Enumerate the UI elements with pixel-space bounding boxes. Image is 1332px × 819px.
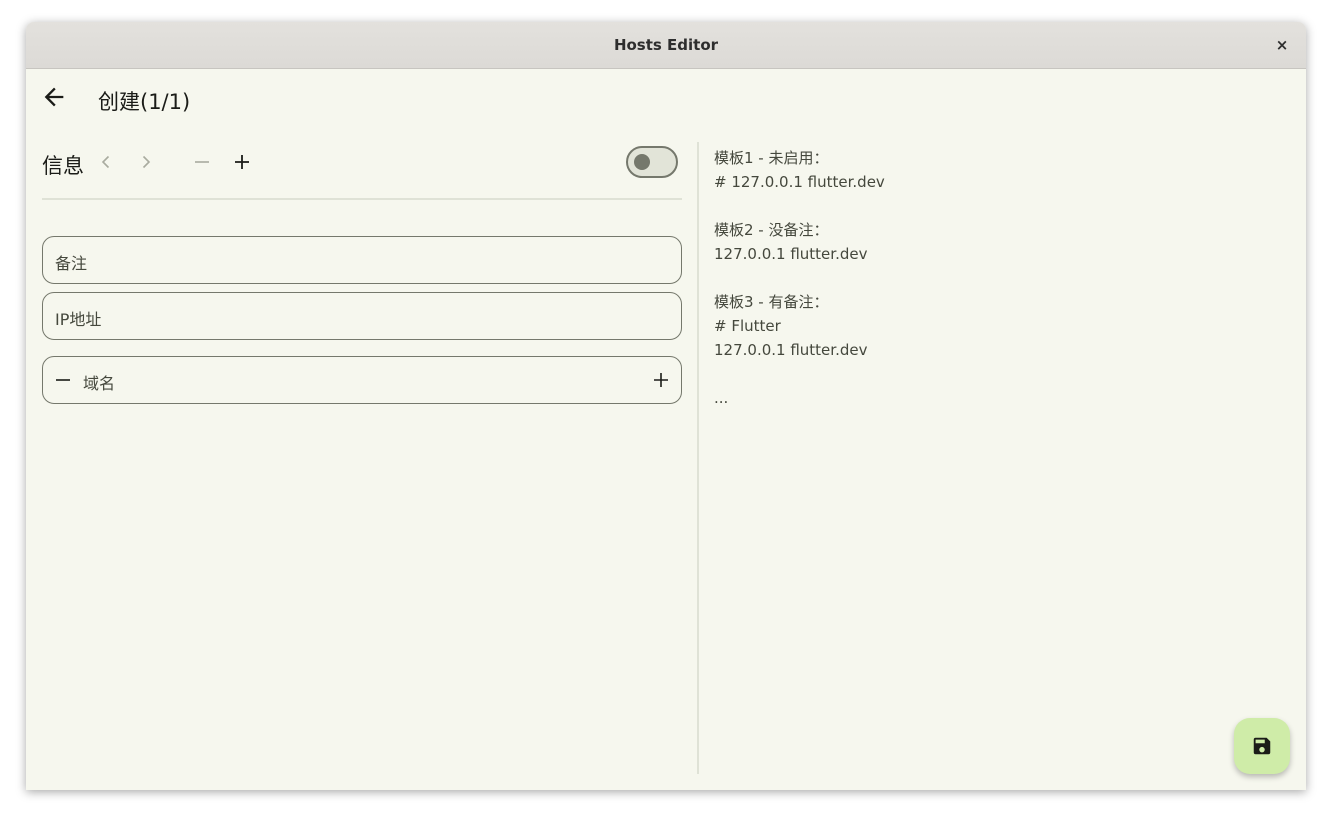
ip-placeholder: IP地址: [55, 310, 102, 329]
chevron-right-icon: [142, 155, 151, 169]
app-window: Hosts Editor × 创建(1/1) 信息 备注 IP地址 域名 模板1…: [26, 22, 1306, 790]
previous-button[interactable]: [94, 150, 118, 174]
help-line: 127.0.0.1 flutter.dev: [714, 245, 868, 263]
section-title: 信息: [42, 154, 84, 178]
help-line: 模板2 - 没备注：: [714, 221, 829, 239]
section-header: 信息: [42, 140, 682, 200]
pane-divider: [697, 142, 699, 774]
enable-toggle[interactable]: [626, 146, 678, 178]
minus-icon: [56, 379, 70, 381]
remove-domain-button[interactable]: [51, 368, 75, 392]
remove-entry-button[interactable]: [190, 150, 214, 174]
note-field[interactable]: 备注: [42, 236, 682, 284]
help-line: [714, 194, 1274, 218]
window-title: Hosts Editor: [613, 36, 719, 54]
close-window-button[interactable]: ×: [1272, 35, 1292, 55]
help-line: 模板1 - 未启用：: [714, 149, 829, 167]
domain-field[interactable]: 域名: [42, 356, 682, 404]
editor-pane: 信息 备注 IP地址 域名: [42, 140, 682, 780]
plus-icon: [235, 155, 249, 169]
help-line: [714, 266, 1274, 290]
help-line: ...: [714, 389, 729, 407]
help-line: # 127.0.0.1 flutter.dev: [714, 173, 885, 191]
ip-address-field[interactable]: IP地址: [42, 292, 682, 340]
title-bar: Hosts Editor ×: [26, 22, 1306, 69]
help-line: [714, 362, 1274, 386]
back-button[interactable]: [40, 83, 68, 111]
note-placeholder: 备注: [55, 254, 88, 273]
help-line: 模板3 - 有备注：: [714, 293, 829, 311]
help-line: 127.0.0.1 flutter.dev: [714, 341, 868, 359]
arrow-left-icon: [44, 87, 64, 107]
help-line: # Flutter: [714, 317, 781, 335]
minus-icon: [195, 161, 209, 163]
add-entry-button[interactable]: [230, 150, 254, 174]
next-button[interactable]: [134, 150, 158, 174]
plus-icon: [654, 373, 668, 387]
save-icon: [1253, 737, 1271, 755]
toggle-knob: [634, 154, 650, 170]
chevron-left-icon: [101, 155, 110, 169]
app-bar: 创建(1/1): [26, 69, 1306, 129]
save-button[interactable]: [1234, 718, 1290, 774]
add-domain-button[interactable]: [649, 368, 673, 392]
template-help: 模板1 - 未启用： # 127.0.0.1 flutter.dev 模板2 -…: [714, 146, 1274, 410]
domain-placeholder: 域名: [83, 374, 116, 393]
page-title: 创建(1/1): [98, 90, 191, 114]
